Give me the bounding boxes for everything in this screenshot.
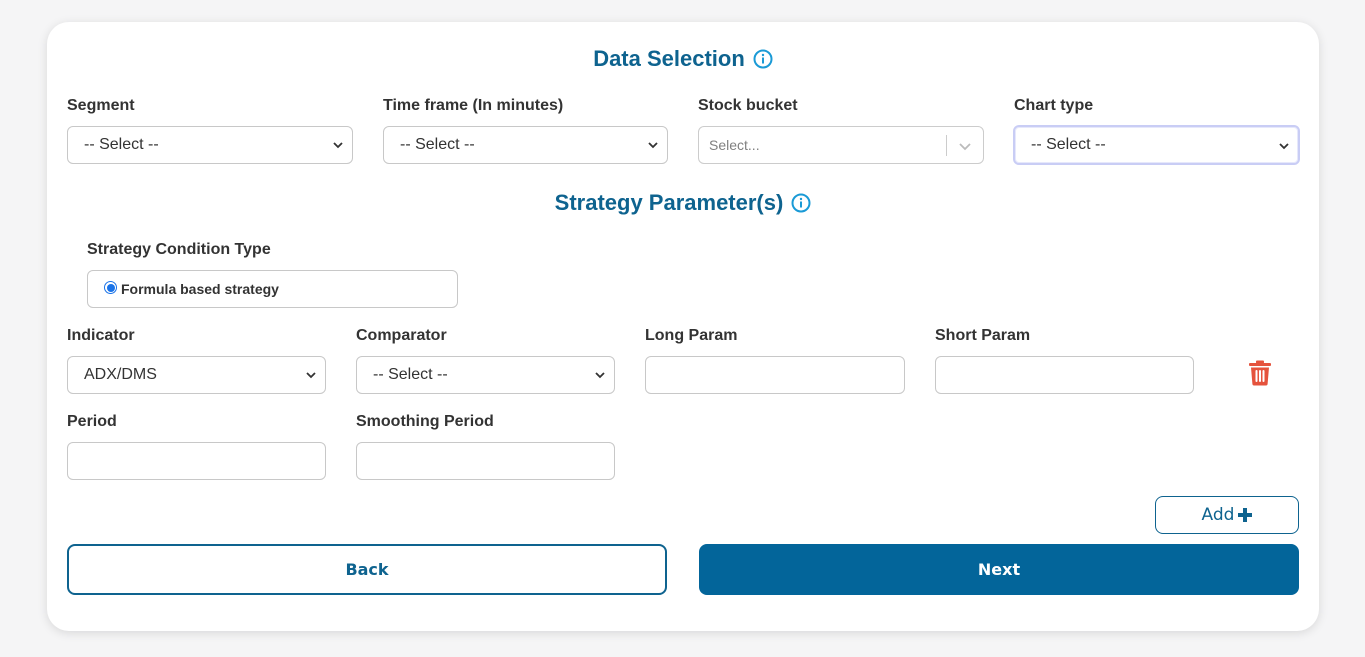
next-button[interactable]: Next [699,544,1299,595]
time-frame-label: Time frame (In minutes) [383,97,564,114]
strategy-parameters-title: Strategy Parameter(s) [554,190,784,215]
smoothing-period-label: Smoothing Period [356,413,494,430]
strategy-parameters-heading: Strategy Parameter(s) [47,190,1319,216]
short-param-input[interactable] [935,356,1194,394]
chevron-down-icon[interactable] [958,139,972,153]
indicator-select[interactable]: ADX/DMS [67,356,326,394]
strategy-condition-type-label: Strategy Condition Type [87,241,271,258]
trash-icon[interactable] [1248,360,1272,386]
indicator-select-value: ADX/DMS [84,366,157,383]
period-input[interactable] [67,442,326,480]
stock-bucket-select[interactable]: Select... [698,126,984,164]
segment-select[interactable]: -- Select -- [67,126,353,164]
chevron-down-icon [648,142,658,149]
info-circle-icon[interactable] [753,49,773,69]
chevron-down-icon [1279,143,1289,150]
chart-type-select[interactable]: -- Select -- [1013,125,1300,165]
segment-label: Segment [67,97,135,114]
short-param-label: Short Param [935,327,1031,344]
stock-bucket-label: Stock bucket [698,97,798,114]
smoothing-period-input[interactable] [356,442,615,480]
strategy-form-card: Data Selection Segment Time frame (In mi… [47,22,1319,631]
stock-bucket-placeholder: Select... [709,137,760,153]
comparator-label: Comparator [356,327,447,344]
period-label: Period [67,413,117,430]
chevron-down-icon [595,372,605,379]
chevron-down-icon [306,372,316,379]
long-param-input[interactable] [645,356,905,394]
comparator-select[interactable]: -- Select -- [356,356,615,394]
select-separator [946,135,947,156]
info-circle-icon[interactable] [791,193,811,213]
segment-select-value: -- Select -- [84,136,159,153]
chevron-down-icon [333,142,343,149]
long-param-label: Long Param [645,327,738,344]
chart-type-select-value: -- Select -- [1031,136,1106,153]
add-button-label: Add [1201,505,1235,525]
back-button[interactable]: Back [67,544,667,595]
time-frame-select-value: -- Select -- [400,136,475,153]
comparator-select-value: -- Select -- [373,366,448,383]
formula-based-strategy-label: Formula based strategy [121,281,279,297]
time-frame-select[interactable]: -- Select -- [383,126,668,164]
indicator-label: Indicator [67,327,135,344]
formula-based-strategy-option[interactable]: Formula based strategy [87,270,458,308]
chart-type-label: Chart type [1014,97,1094,114]
data-selection-heading: Data Selection [47,46,1319,72]
plus-icon [1238,508,1253,522]
formula-based-strategy-radio[interactable] [104,281,117,294]
data-selection-title: Data Selection [593,46,745,71]
add-button[interactable]: Add [1155,496,1299,534]
